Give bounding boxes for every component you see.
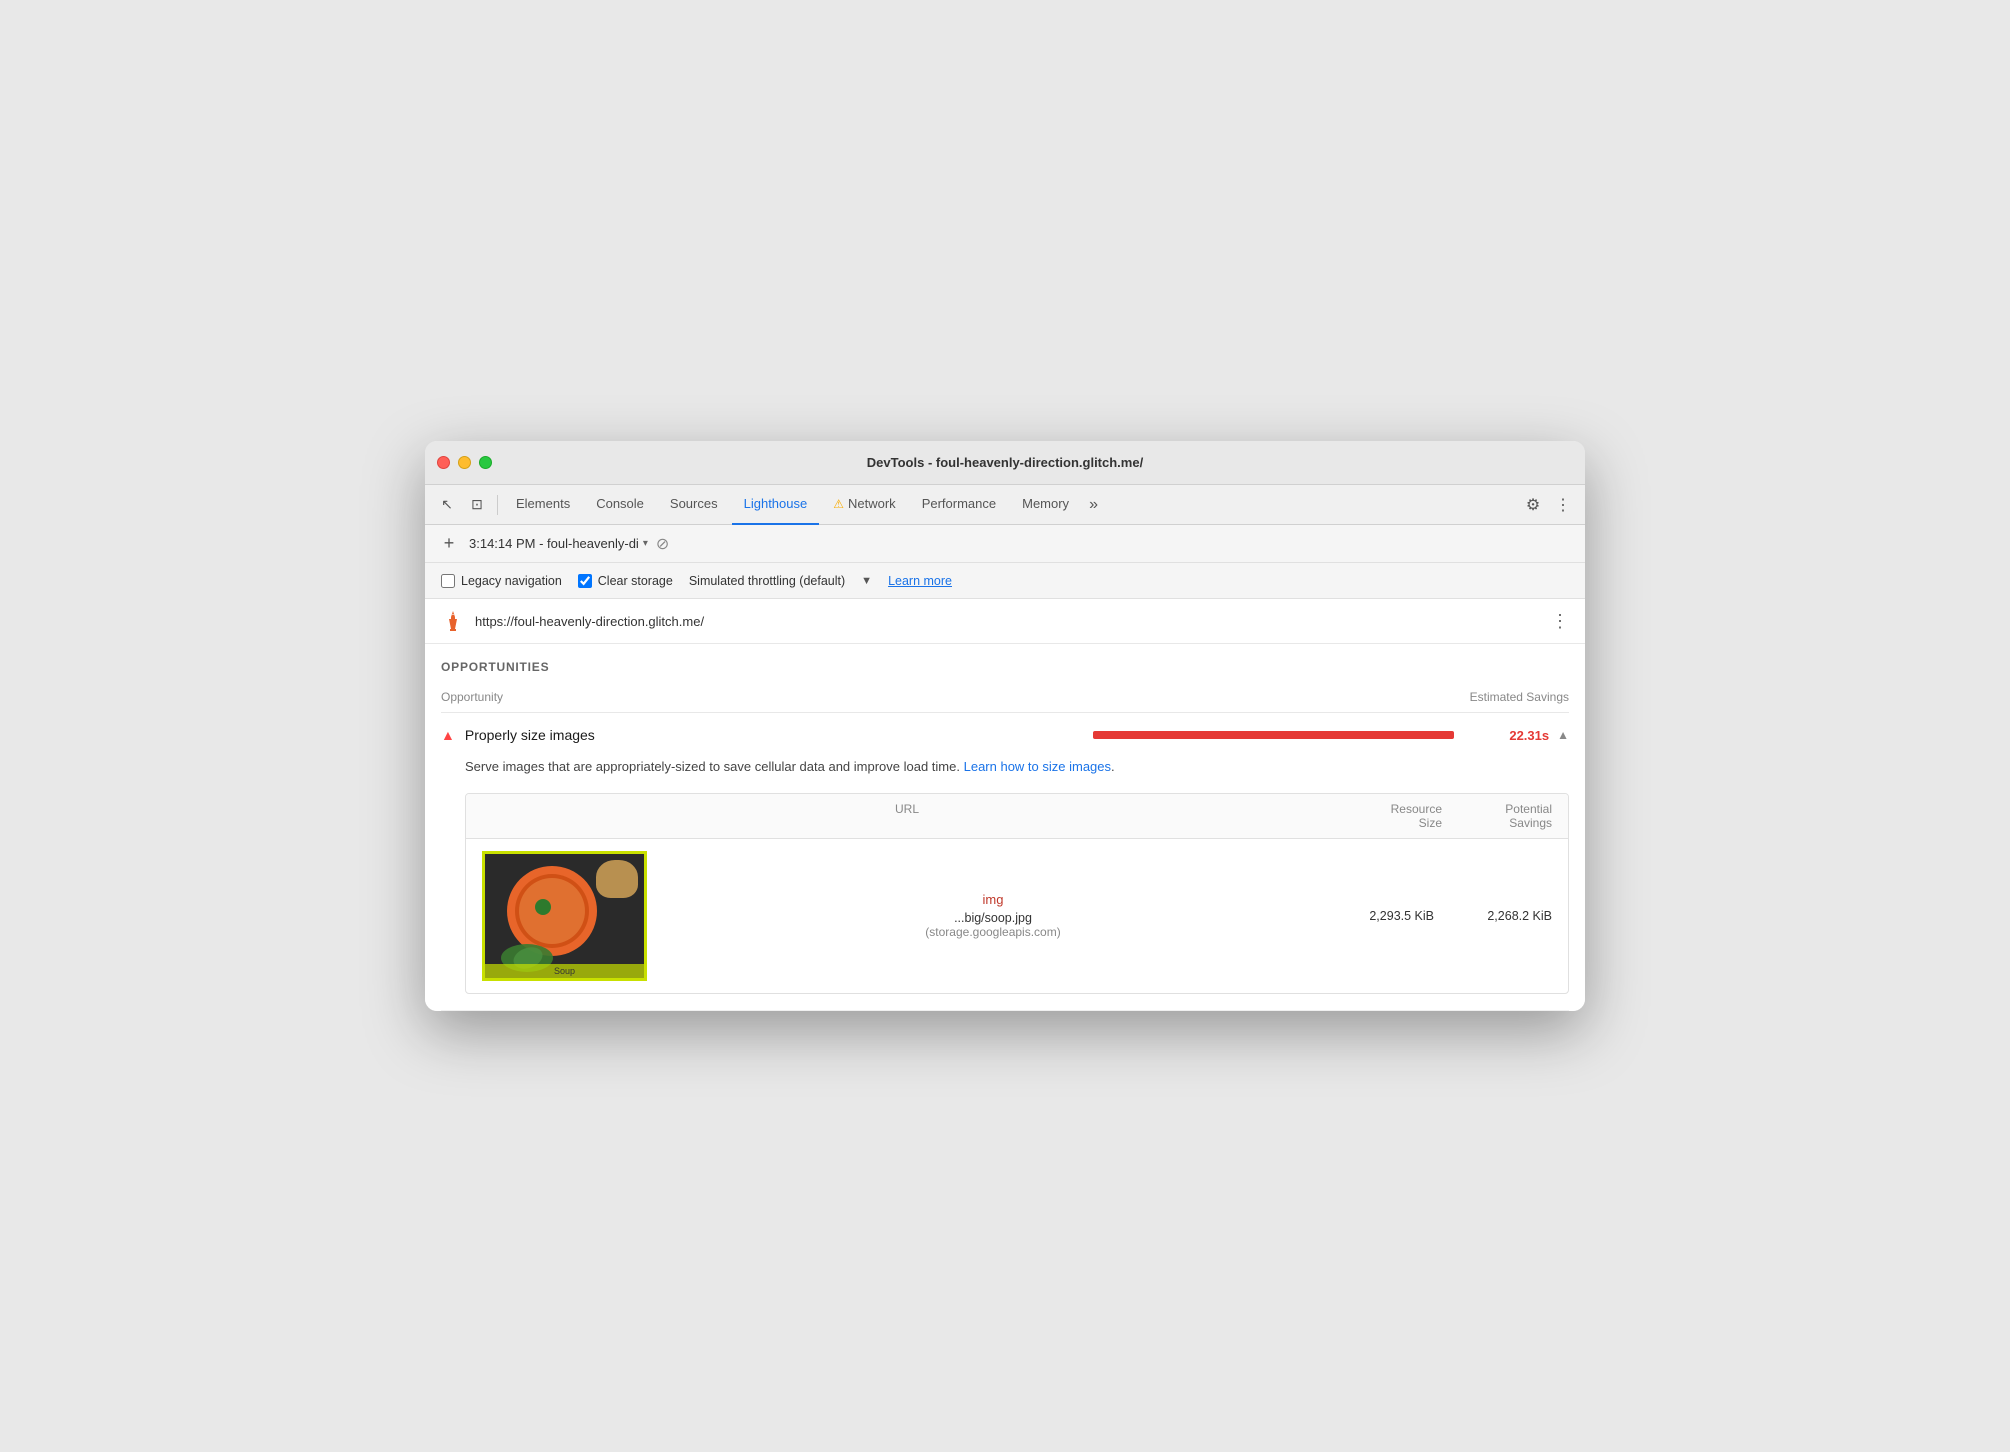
- opportunity-savings-bar: [1093, 731, 1454, 739]
- throttling-label: Simulated throttling (default): [689, 574, 845, 588]
- more-vert-icon: ⋮: [1555, 495, 1571, 515]
- detail-table-header: URL ResourceSize PotentialSavings: [466, 794, 1568, 839]
- lighthouse-logo-icon: [441, 609, 465, 633]
- detail-table-row: Soup img ...big/soop.jpg (storage.google…: [466, 839, 1568, 993]
- devtools-window: DevTools - foul-heavenly-direction.glitc…: [425, 441, 1585, 1011]
- no-entry-icon[interactable]: ⊘: [656, 534, 669, 554]
- detail-table: URL ResourceSize PotentialSavings: [465, 793, 1569, 994]
- detail-url-source: (storage.googleapis.com): [925, 925, 1060, 939]
- opportunity-header[interactable]: ▲ Properly size images 22.31s ▲: [441, 713, 1569, 757]
- learn-how-to-size-images-link[interactable]: Learn how to size images: [964, 759, 1111, 774]
- tab-divider: [497, 495, 498, 515]
- cursor-icon: ↖: [441, 496, 453, 513]
- session-selector[interactable]: 3:14:14 PM - foul-heavenly-di ▾: [469, 536, 648, 551]
- opportunity-warning-icon: ▲: [441, 727, 455, 743]
- tab-elements[interactable]: Elements: [504, 485, 582, 525]
- clear-storage-checkbox[interactable]: [578, 574, 592, 588]
- more-options-button[interactable]: ⋮: [1549, 491, 1577, 519]
- img-tag-label: img: [983, 892, 1004, 907]
- layers-icon-button[interactable]: ⊡: [463, 491, 491, 519]
- opportunity-expand-icon[interactable]: ▲: [1557, 728, 1569, 742]
- minimize-button[interactable]: [458, 456, 471, 469]
- tab-sources[interactable]: Sources: [658, 485, 730, 525]
- clear-storage-checkbox-label[interactable]: Clear storage: [578, 574, 673, 588]
- opportunities-heading: OPPORTUNITIES: [441, 660, 1569, 674]
- traffic-lights: [437, 456, 492, 469]
- opportunities-table-header: Opportunity Estimated Savings: [441, 686, 1569, 713]
- detail-url-short: ...big/soop.jpg: [954, 911, 1032, 925]
- opportunity-savings-bar-container: [1093, 731, 1473, 739]
- tab-console[interactable]: Console: [584, 485, 656, 525]
- col-estimated-savings: Estimated Savings: [1439, 690, 1569, 704]
- settings-icon: ⚙: [1526, 495, 1540, 515]
- tab-performance[interactable]: Performance: [910, 485, 1008, 525]
- learn-more-link[interactable]: Learn more: [888, 574, 952, 588]
- url-more-vert-icon: ⋮: [1551, 611, 1569, 632]
- opportunity-description: Serve images that are appropriately-size…: [465, 757, 1569, 777]
- close-button[interactable]: [437, 456, 450, 469]
- throttling-selector[interactable]: Simulated throttling (default): [689, 574, 845, 588]
- session-chevron-icon: ▾: [643, 538, 648, 549]
- col-opportunity: Opportunity: [441, 690, 1439, 704]
- detail-col-url: URL: [482, 802, 1332, 830]
- legacy-navigation-label: Legacy navigation: [461, 574, 562, 588]
- tab-lighthouse[interactable]: Lighthouse: [732, 485, 820, 525]
- thumbnail-label: Soup: [485, 964, 644, 978]
- tab-network[interactable]: ⚠ Network: [821, 485, 907, 525]
- cursor-icon-button[interactable]: ↖: [433, 491, 461, 519]
- main-content: https://foul-heavenly-direction.glitch.m…: [425, 599, 1585, 1011]
- detail-col-potential-savings: PotentialSavings: [1442, 802, 1552, 830]
- more-tabs-button[interactable]: »: [1083, 485, 1104, 525]
- detail-url-and-tag-cell: img ...big/soop.jpg (storage.googleapis.…: [670, 892, 1316, 939]
- detail-image-cell: Soup: [482, 851, 662, 981]
- add-session-button[interactable]: +: [437, 532, 461, 556]
- network-warning-icon: ⚠: [833, 497, 844, 511]
- opportunities-section: OPPORTUNITIES Opportunity Estimated Savi…: [425, 644, 1585, 1011]
- window-title: DevTools - foul-heavenly-direction.glitc…: [867, 455, 1143, 470]
- options-row: Legacy navigation Clear storage Simulate…: [425, 563, 1585, 599]
- opportunity-details: Serve images that are appropriately-size…: [441, 757, 1569, 1010]
- legacy-navigation-checkbox[interactable]: [441, 574, 455, 588]
- url-display: https://foul-heavenly-direction.glitch.m…: [475, 614, 1541, 629]
- detail-resource-size: 2,293.5 KiB: [1324, 909, 1434, 923]
- legacy-navigation-checkbox-label[interactable]: Legacy navigation: [441, 574, 562, 588]
- tab-memory[interactable]: Memory: [1010, 485, 1081, 525]
- url-more-options-button[interactable]: ⋮: [1551, 611, 1569, 632]
- opportunity-item-properly-size-images: ▲ Properly size images 22.31s ▲ Serve im…: [441, 713, 1569, 1011]
- session-label: 3:14:14 PM - foul-heavenly-di: [469, 536, 639, 551]
- titlebar: DevTools - foul-heavenly-direction.glitc…: [425, 441, 1585, 485]
- settings-icon-button[interactable]: ⚙: [1519, 491, 1547, 519]
- maximize-button[interactable]: [479, 456, 492, 469]
- opportunity-savings-value: 22.31s: [1489, 728, 1549, 743]
- layers-icon: ⊡: [471, 496, 483, 513]
- throttle-chevron-icon: ▼: [861, 575, 872, 587]
- soup-thumbnail: Soup: [482, 851, 647, 981]
- url-bar: https://foul-heavenly-direction.glitch.m…: [425, 599, 1585, 644]
- content-scroll[interactable]: https://foul-heavenly-direction.glitch.m…: [425, 599, 1585, 1011]
- detail-col-resource-size: ResourceSize: [1332, 802, 1442, 830]
- clear-storage-label: Clear storage: [598, 574, 673, 588]
- detail-potential-savings: 2,268.2 KiB: [1442, 909, 1552, 923]
- toolbar-row: + 3:14:14 PM - foul-heavenly-di ▾ ⊘: [425, 525, 1585, 563]
- opportunity-title: Properly size images: [465, 727, 1077, 743]
- devtools-tab-bar: ↖ ⊡ Elements Console Sources Lighthouse …: [425, 485, 1585, 525]
